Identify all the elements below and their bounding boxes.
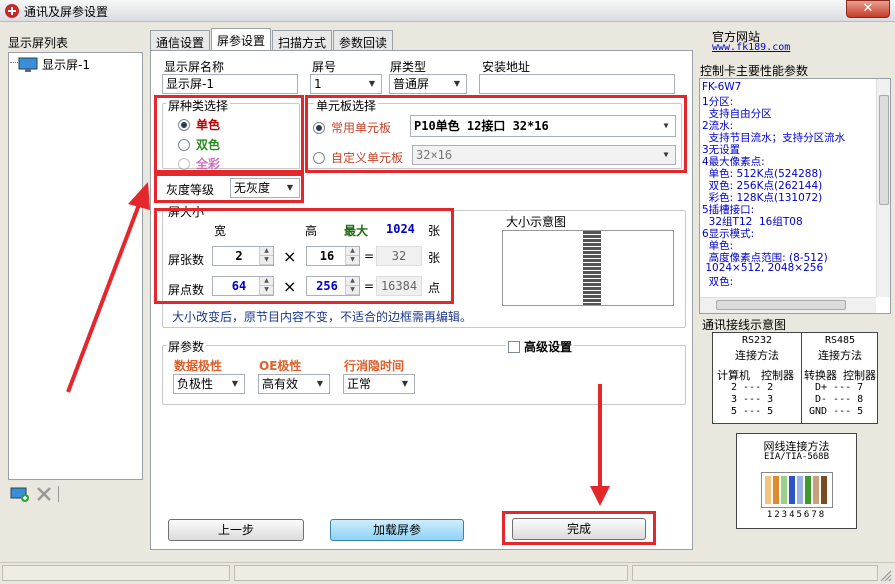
install-addr-input[interactable] <box>479 74 675 94</box>
prev-button[interactable]: 上一步 <box>168 519 304 541</box>
preview-title: 大小示意图 <box>506 215 567 229</box>
chevron-down-icon: ▼ <box>368 79 376 88</box>
rs485-row: GND --- 5 <box>809 406 864 417</box>
rs232-sub: 连接方法 <box>735 349 779 362</box>
oe-polarity-label: OE极性 <box>259 359 302 373</box>
status-cell-2 <box>234 565 628 581</box>
perf-line: 1024×512, 2048×256 <box>702 262 824 274</box>
app-icon <box>5 4 19 18</box>
tree-item-screen-1[interactable]: 显示屏-1 <box>18 56 90 73</box>
install-addr-label: 安装地址 <box>482 60 531 74</box>
blanking-label: 行消隐时间 <box>344 359 405 373</box>
rs232-title: RS232 <box>741 335 773 346</box>
screen-name-label: 显示屏名称 <box>164 60 225 74</box>
tab-bar: 通信设置 屏参设置 扫描方式 参数回读 <box>150 28 394 50</box>
perf-title: 控制卡主要性能参数 <box>700 64 809 78</box>
resize-grip-icon[interactable] <box>878 568 892 582</box>
size-preview <box>502 230 674 306</box>
checkbox-icon <box>508 340 520 353</box>
status-cell-3 <box>632 565 878 581</box>
close-button[interactable]: ✕ <box>846 0 890 18</box>
perf-horizontal-scrollbar[interactable] <box>700 297 876 313</box>
tab-comm-settings[interactable]: 通信设置 <box>150 30 211 50</box>
net-std: EIA/TIA-568B <box>763 452 830 462</box>
delete-screen-icon[interactable] <box>36 486 52 502</box>
screen-name-input[interactable]: 显示屏-1 <box>162 74 298 94</box>
screen-no-label: 屏号 <box>312 60 337 74</box>
perf-vertical-scrollbar[interactable] <box>876 79 890 297</box>
data-polarity-select[interactable]: 负极性 ▼ <box>173 374 245 394</box>
toolbar-divider <box>58 486 59 502</box>
tab-scan-mode[interactable]: 扫描方式 <box>272 30 333 50</box>
site-link[interactable]: www.fk189.com <box>712 42 790 53</box>
screen-list-tree <box>8 52 143 480</box>
add-screen-icon[interactable] <box>10 486 30 502</box>
perf-line: 双色: <box>702 276 734 288</box>
highlight-size <box>154 208 454 304</box>
size-note: 大小改变后，原节目内容不变，不适合的边框需再编辑。 <box>172 310 473 324</box>
preview-screen-bar <box>583 231 601 305</box>
screen-no-select[interactable]: 1 ▼ <box>310 74 382 94</box>
data-polarity-value: 负极性 <box>177 377 214 391</box>
rs232-row: 2 --- 2 <box>731 382 774 393</box>
advanced-checkbox[interactable]: 高级设置 <box>506 338 575 355</box>
highlight-gray-level <box>154 173 304 203</box>
tab-screen-params[interactable]: 屏参设置 <box>211 28 272 50</box>
screen-list-label: 显示屏列表 <box>8 36 69 50</box>
wiring-diagram: RS232 连接方法 计算机 控制器 2 --- 2 3 --- 3 5 ---… <box>712 332 878 424</box>
tab-param-readback[interactable]: 参数回读 <box>333 30 394 50</box>
rs485-sub: 连接方法 <box>818 349 862 362</box>
oe-polarity-value: 高有效 <box>262 377 299 391</box>
perf-line: FK-6W7 <box>702 81 742 93</box>
status-cell-1 <box>2 565 230 581</box>
data-polarity-label: 数据极性 <box>174 359 223 373</box>
screen-type-select[interactable]: 普通屏 ▼ <box>389 74 467 94</box>
net-pin-numbers: 12345678 <box>766 510 827 520</box>
rs485-row: D+ --- 7 <box>815 382 864 393</box>
chevron-down-icon: ▼ <box>401 379 409 388</box>
rs485-title: RS485 <box>824 335 856 346</box>
window-title: 通讯及屏参设置 <box>24 5 109 19</box>
screen-no-value: 1 <box>314 77 322 91</box>
chevron-down-icon: ▼ <box>453 79 461 88</box>
monitor-icon <box>18 57 38 72</box>
rs232-row: 5 --- 5 <box>731 406 774 417</box>
rs485-h1: 转换器 <box>804 369 837 382</box>
chevron-down-icon: ▼ <box>316 379 324 388</box>
title-bar <box>0 0 895 22</box>
chevron-down-icon: ▼ <box>231 379 239 388</box>
oe-polarity-select[interactable]: 高有效 ▼ <box>258 374 330 394</box>
perf-params-box: FK-6W7 1分区: 支持自由分区 2流水: 支持节目流水；支持分区流水 3无… <box>699 78 891 314</box>
tree-item-label: 显示屏-1 <box>42 58 90 72</box>
tree-toolbar <box>10 486 59 502</box>
tree-connector <box>10 62 18 63</box>
rs485-row: D- --- 8 <box>815 394 864 405</box>
blanking-select[interactable]: 正常 ▼ <box>343 374 415 394</box>
load-params-button[interactable]: 加载屏参 <box>330 519 464 541</box>
rs485-h2: 控制器 <box>843 369 876 382</box>
advanced-label: 高级设置 <box>524 340 573 354</box>
screen-params-title: 屏参数 <box>166 338 207 355</box>
rs232-row: 3 --- 3 <box>731 394 774 405</box>
highlight-unit-board <box>305 95 687 173</box>
screen-type-value: 普通屏 <box>393 77 430 91</box>
wiring-title: 通讯接线示意图 <box>702 318 787 332</box>
rj45-connector-icon <box>761 472 833 508</box>
scroll-thumb[interactable] <box>716 300 846 310</box>
highlight-color-type <box>154 95 304 173</box>
rs232-h1: 计算机 <box>717 369 750 382</box>
blanking-value: 正常 <box>347 377 372 391</box>
screen-type-label: 屏类型 <box>390 60 427 74</box>
highlight-finish <box>502 511 656 545</box>
rs232-h2: 控制器 <box>761 369 794 382</box>
scroll-thumb[interactable] <box>879 95 889 205</box>
net-cable-diagram: 网线连接方法 EIA/TIA-568B 12345678 <box>736 433 857 529</box>
